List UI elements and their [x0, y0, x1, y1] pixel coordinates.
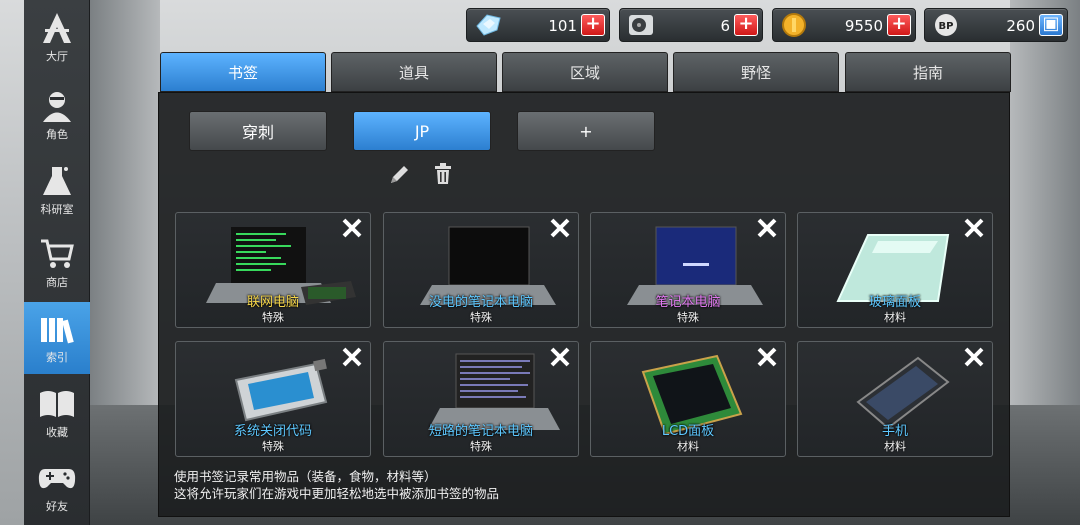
tab-monsters[interactable]: 野怪 [673, 52, 839, 92]
remove-bookmark-close-icon[interactable] [548, 216, 572, 240]
bookmark-group-button[interactable]: 穿刺 [189, 111, 327, 151]
sidebar-item-character[interactable]: 角色 [24, 80, 90, 150]
item-name: 手机 [881, 424, 908, 439]
item-card-lcd-panel[interactable]: LCD面板 材料 [590, 341, 786, 457]
sidebar-item-label: 收藏 [46, 426, 68, 439]
item-card-shutdown-code[interactable]: 系统关闭代码 特殊 [175, 341, 371, 457]
item-card-mobile-phone[interactable]: 手机 材料 [797, 341, 993, 457]
remove-bookmark-close-icon[interactable] [340, 216, 364, 240]
add-hdd-button[interactable]: + [734, 14, 758, 36]
item-card-networked-pc[interactable]: 联网电脑 特殊 [175, 212, 371, 328]
svg-text:BP: BP [939, 21, 954, 32]
remove-bookmark-close-icon[interactable] [962, 345, 986, 369]
remove-bookmark-close-icon[interactable] [755, 345, 779, 369]
sidebar-item-label: 角色 [46, 128, 68, 141]
item-name: LCD面板 [661, 424, 715, 439]
item-name: 联网电脑 [246, 295, 299, 310]
item-category: 材料 [884, 440, 906, 453]
sidebar-item-label: 科研室 [40, 203, 74, 216]
remove-bookmark-close-icon[interactable] [548, 345, 572, 369]
item-card-glass-panel[interactable]: 玻璃面板 材料 [797, 212, 993, 328]
sidebar-item-lab[interactable]: 科研室 [24, 155, 90, 225]
sidebar-item-friends[interactable]: 好友 [24, 452, 90, 522]
gamepad-icon [37, 460, 77, 496]
remove-bookmark-close-icon[interactable] [340, 345, 364, 369]
sidebar-item-collection[interactable]: 收藏 [24, 378, 90, 448]
character-icon [37, 88, 77, 124]
sidebar-item-label: 商店 [46, 276, 68, 289]
bp-amount: 260 [1006, 17, 1035, 35]
tab-bookmarks[interactable]: 书签 [160, 52, 326, 92]
item-card-shorted-laptop[interactable]: 短路的笔记本电脑 特殊 [383, 341, 579, 457]
item-card-laptop[interactable]: 笔记本电脑 特殊 [590, 212, 786, 328]
index-books-icon [37, 311, 77, 347]
bp-card-button[interactable]: ▣ [1039, 14, 1063, 36]
lobby-icon [37, 10, 77, 46]
item-name: 短路的笔记本电脑 [428, 424, 533, 439]
item-name: 系统关闭代码 [233, 424, 312, 439]
shop-cart-icon [37, 236, 77, 272]
item-name: 玻璃面板 [868, 295, 921, 310]
hdd-currency: 6 + [619, 8, 763, 42]
item-category: 特殊 [262, 311, 284, 324]
add-coin-button[interactable]: + [887, 14, 911, 36]
lab-flask-icon [37, 163, 77, 199]
bp-currency: BP 260 ▣ [924, 8, 1068, 42]
sidebar-item-label: 好友 [46, 500, 68, 513]
coin-amount: 9550 [844, 17, 883, 35]
item-category: 材料 [884, 311, 906, 324]
item-category: 特殊 [470, 311, 492, 324]
bp-badge-icon: BP [931, 12, 961, 38]
sidebar-item-shop[interactable]: 商店 [24, 228, 90, 298]
gold-coin-icon [779, 12, 809, 38]
tab-items[interactable]: 道具 [331, 52, 497, 92]
sidebar-item-index[interactable]: 索引 [24, 302, 90, 374]
coin-currency: 9550 + [772, 8, 916, 42]
bookmark-group-button-active[interactable]: JP [353, 111, 491, 151]
edit-pencil-icon[interactable] [388, 162, 412, 186]
add-crystal-button[interactable]: + [581, 14, 605, 36]
sidebar-item-label: 大厅 [46, 50, 68, 63]
sidebar: 大厅 角色 科研室 商店 索引 收藏 好友 [24, 0, 90, 525]
remove-bookmark-close-icon[interactable] [962, 216, 986, 240]
open-book-icon [37, 386, 77, 422]
item-category: 材料 [677, 440, 699, 453]
item-category: 特殊 [677, 311, 699, 324]
delete-trash-icon[interactable] [431, 162, 455, 186]
hdd-amount: 6 [720, 17, 730, 35]
hint-line-1: 使用书签记录常用物品（装备，食物，材料等） [174, 469, 437, 484]
tab-guide[interactable]: 指南 [845, 52, 1011, 92]
tab-regions[interactable]: 区域 [502, 52, 668, 92]
sidebar-item-label: 索引 [46, 351, 68, 364]
crystal-icon [473, 12, 503, 38]
sidebar-item-lobby[interactable]: 大厅 [24, 2, 90, 72]
bookmark-hint: 使用书签记录常用物品（装备，食物，材料等） 这将允许玩家们在游戏中更加轻松地选中… [174, 468, 499, 502]
item-category: 特殊 [262, 440, 284, 453]
item-name: 笔记本电脑 [655, 295, 721, 310]
item-name: 没电的笔记本电脑 [428, 295, 533, 310]
item-card-dead-laptop[interactable]: 没电的笔记本电脑 特殊 [383, 212, 579, 328]
hard-drive-icon [626, 12, 656, 38]
crystal-amount: 101 [548, 17, 577, 35]
crystal-currency: 101 + [466, 8, 610, 42]
add-bookmark-group-button[interactable]: + [517, 111, 655, 151]
item-category: 特殊 [470, 440, 492, 453]
hint-line-2: 这将允许玩家们在游戏中更加轻松地选中被添加书签的物品 [174, 486, 500, 501]
remove-bookmark-close-icon[interactable] [755, 216, 779, 240]
